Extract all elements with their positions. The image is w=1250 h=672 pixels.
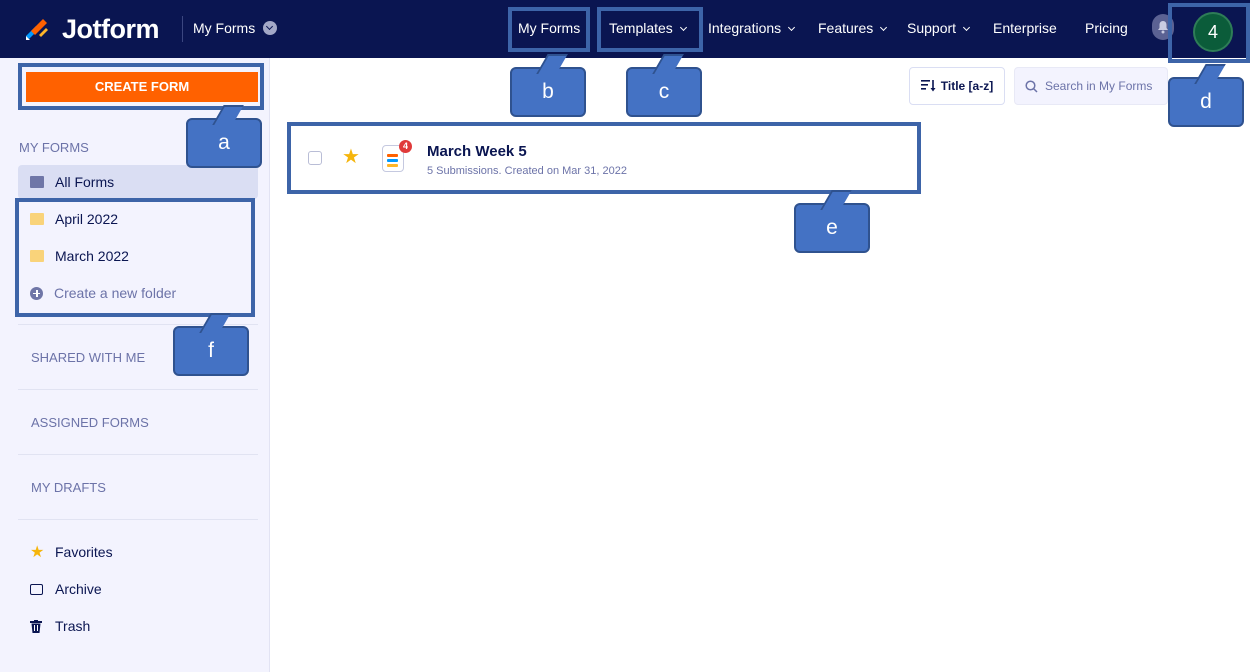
sidebar-item-trash[interactable]: Trash: [18, 609, 258, 643]
annotation-frame-e: [287, 122, 921, 194]
nav-support-label: Support: [907, 20, 957, 36]
nav-support[interactable]: Support: [907, 20, 971, 36]
sidebar-item-favorites[interactable]: ★ Favorites: [18, 535, 258, 569]
my-forms-dropdown-label: My Forms: [193, 20, 256, 36]
annotation-frame-b: [508, 7, 590, 52]
nav-features[interactable]: Features: [818, 20, 888, 36]
annotation-callout-d: d: [1168, 77, 1244, 127]
chevron-down-icon: [788, 23, 796, 32]
divider: [18, 519, 258, 520]
search-input[interactable]: [1045, 79, 1163, 93]
trash-icon: [30, 619, 42, 633]
nav-features-label: Features: [818, 20, 874, 36]
sidebar-item-all-forms[interactable]: All Forms: [18, 165, 258, 199]
annotation-callout-c: c: [626, 67, 702, 117]
sort-button[interactable]: Title [a-z]: [909, 67, 1005, 105]
sidebar-item-label: Favorites: [55, 544, 113, 560]
annotation-callout-f: f: [173, 326, 249, 376]
my-forms-heading: MY FORMS: [19, 140, 89, 155]
folder-icon: [30, 176, 44, 188]
star-icon: ★: [30, 544, 45, 561]
brand-name: Jotform: [62, 13, 160, 44]
sort-label: Title [a-z]: [940, 79, 994, 93]
jotform-logo[interactable]: Jotform: [22, 12, 160, 46]
my-drafts-link[interactable]: MY DRAFTS: [31, 480, 106, 495]
divider: [18, 454, 258, 455]
header-divider: [182, 16, 183, 42]
chevron-down-icon: [263, 21, 278, 35]
assigned-forms-link[interactable]: ASSIGNED FORMS: [31, 415, 149, 430]
archive-icon: [30, 583, 43, 595]
search-box[interactable]: [1014, 67, 1168, 105]
sidebar-item-label: Trash: [55, 618, 91, 634]
annotation-callout-e: e: [794, 203, 870, 253]
nav-integrations-label: Integrations: [708, 20, 782, 36]
divider: [18, 389, 258, 390]
search-icon: [1025, 79, 1038, 93]
nav-integrations[interactable]: Integrations: [708, 20, 796, 36]
shared-with-me-link[interactable]: SHARED WITH ME: [31, 350, 145, 365]
sort-icon: [920, 80, 936, 92]
sidebar-item-label: Archive: [55, 581, 102, 597]
annotation-callout-b: b: [510, 67, 586, 117]
nav-enterprise[interactable]: Enterprise: [993, 20, 1057, 36]
chevron-down-icon: [880, 23, 888, 32]
jotform-logo-icon: [26, 19, 48, 40]
annotation-frame-a: [18, 63, 264, 110]
annotation-callout-a: a: [186, 118, 262, 168]
annotation-frame-c: [597, 7, 703, 52]
annotation-frame-f: [15, 198, 255, 317]
sidebar-item-archive[interactable]: Archive: [18, 572, 258, 606]
annotation-frame-d: [1168, 3, 1250, 63]
my-forms-dropdown[interactable]: My Forms: [193, 20, 278, 36]
sidebar-item-label: All Forms: [55, 174, 115, 190]
chevron-down-icon: [963, 23, 971, 32]
nav-pricing[interactable]: Pricing: [1085, 20, 1128, 36]
